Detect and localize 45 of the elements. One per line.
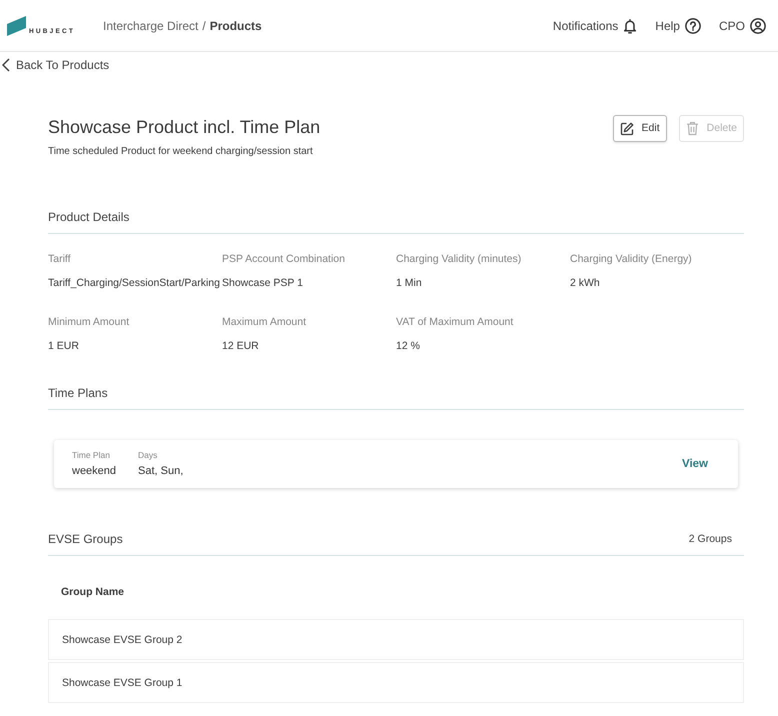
field-label: Tariff [48,252,72,266]
breadcrumb-item[interactable]: Intercharge Direct [103,18,198,34]
back-link[interactable]: Back To Products [2,57,110,73]
field-label: Minimum Amount [48,315,130,329]
page-description: Time scheduled Product for weekend charging/session start [48,145,314,159]
group-count: 2 Groups [688,532,733,546]
field-value: Tariff_Charging/SessionStart/Parking [48,276,221,290]
field-value: Sat, Sun, [138,464,184,478]
field-label: Days [138,450,158,461]
view-link[interactable]: View [682,457,708,471]
section-heading: Time Plans [48,385,108,401]
field-label: Charging Validity (Energy) [570,252,693,266]
account-button[interactable]: CPO [718,18,766,34]
field-value: 2 kWh [570,276,601,290]
column-header: Group Name [61,585,124,599]
field-label: PSP Account Combination [222,252,346,266]
breadcrumb-separator: / [202,18,206,34]
field-value: 12 % [396,339,421,353]
bell-icon [623,18,638,34]
field-label: VAT of Maximum Amount [396,315,514,329]
field-label: Time Plan [72,450,111,461]
chevron-left-icon [2,58,10,72]
notifications-button[interactable]: Notifications [552,18,638,34]
help-icon [684,18,701,34]
pencil-icon [620,122,634,136]
trash-icon [686,121,699,136]
logo-mark-icon [7,16,26,36]
section-heading: EVSE Groups [48,531,123,547]
page-title: Showcase Product incl. Time Plan [48,116,320,139]
help-button[interactable]: Help [655,18,701,34]
table-cell: Showcase EVSE Group 1 [62,676,182,690]
field-value: Showcase PSP 1 [222,276,304,290]
field-value: 12 EUR [222,339,260,353]
field-value: 1 EUR [48,339,80,353]
field-value: weekend [72,464,118,478]
field-label: Charging Validity (minutes) [396,252,522,266]
field-label: Maximum Amount [222,315,308,329]
user-icon [750,18,766,34]
table-row[interactable]: Showcase EVSE Group 1 [48,662,744,703]
section-heading: Product Details [48,209,130,225]
table-row[interactable]: Showcase EVSE Group 2 [48,619,744,660]
table-cell: Showcase EVSE Group 2 [62,632,182,646]
edit-button[interactable]: Edit [612,115,667,142]
breadcrumb-item: Products [210,18,262,34]
field-value: 1 Min [396,276,423,290]
